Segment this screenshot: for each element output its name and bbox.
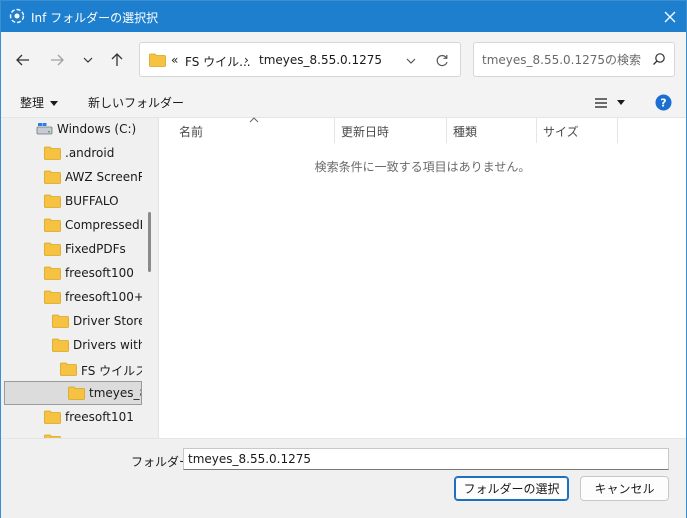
column-header-label: サイズ <box>543 125 579 139</box>
file-list[interactable]: 名前 更新日時 種類 サイズ 検索条件に一致する項目はありません。 <box>159 117 686 438</box>
address-bar[interactable]: « FS ウイル... › tmeyes_8.55.0.1275 <box>139 42 461 77</box>
tree-item-label: AWZ ScreenRe <box>65 170 142 184</box>
app-icon <box>9 8 25 24</box>
caret-down-icon <box>617 100 625 105</box>
tree-item[interactable]: FS ウイルス対 <box>1 358 142 381</box>
folder-icon <box>44 170 61 184</box>
tree-item[interactable]: freesoft101 <box>1 406 142 429</box>
navigation-bar: « FS ウイル... › tmeyes_8.55.0.1275 <box>1 32 686 86</box>
refresh-button[interactable] <box>432 51 452 71</box>
new-folder-button[interactable]: 新しいフォルダー <box>88 94 184 111</box>
tree-item-windows-c[interactable]: Windows (C:) <box>1 118 142 141</box>
folder-icon <box>44 218 61 232</box>
dialog-footer: フォルダー: フォルダーの選択 キャンセル <box>1 438 686 518</box>
breadcrumb-item[interactable]: FS ウイル... <box>185 53 251 70</box>
select-folder-button[interactable]: フォルダーの選択 <box>454 476 569 501</box>
tree-item[interactable]: FixedPDFs <box>1 238 142 261</box>
tree-item[interactable]: .android <box>1 142 142 165</box>
refresh-icon <box>436 54 448 67</box>
help-button[interactable]: ? <box>655 94 672 114</box>
chevron-down-icon <box>406 58 416 64</box>
folder-icon <box>44 266 61 280</box>
tree-item-label: Drivers witho <box>73 338 142 352</box>
forward-button[interactable] <box>43 46 71 74</box>
window-title: Inf フォルダーの選択択 <box>31 11 159 25</box>
tree-item-partial[interactable] <box>1 430 142 438</box>
tree-item-label: Windows (C:) <box>57 122 137 136</box>
folder-icon <box>44 194 61 208</box>
tree-item-label: FS ウイルス対 <box>81 364 142 378</box>
breadcrumb-overflow[interactable]: « <box>171 53 178 67</box>
caret-down-icon <box>50 101 59 106</box>
breadcrumb-item[interactable]: tmeyes_8.55.0.1275 <box>259 53 382 67</box>
tree-item-label: freesoft100 <box>65 266 134 280</box>
column-header-size[interactable]: サイズ <box>537 118 617 144</box>
tree-item-label: .android <box>65 146 115 160</box>
column-header-label: 名前 <box>179 125 204 139</box>
folder-icon <box>44 146 61 160</box>
search-input[interactable] <box>482 51 642 69</box>
search-icon[interactable] <box>652 52 666 69</box>
folder-icon <box>44 290 61 304</box>
folder-icon <box>68 386 85 400</box>
tree-item-selected[interactable]: tmeyes_8. <box>4 381 142 405</box>
folder-icon <box>60 362 77 376</box>
sort-ascending-icon <box>249 117 259 123</box>
svg-text:?: ? <box>660 97 666 110</box>
list-view-icon <box>595 97 607 108</box>
navigation-tree[interactable]: Windows (C:) .android AWZ ScreenRe BUFFA… <box>1 118 159 438</box>
tree-item-label: freesoft101 <box>65 410 134 424</box>
tree-item-label: tmeyes_8. <box>89 386 141 400</box>
folder-icon <box>52 314 69 328</box>
organize-menu[interactable]: 整理 <box>20 94 59 111</box>
organize-label: 整理 <box>20 96 45 110</box>
column-header-label: 更新日時 <box>341 125 390 139</box>
column-header-label: 種類 <box>453 125 478 139</box>
arrow-up-icon <box>111 53 123 66</box>
folder-picker-dialog: Inf フォルダーの選択択 « FS ウイル... › tmeyes_8.55.… <box>0 0 687 518</box>
address-dropdown-button[interactable] <box>402 52 420 70</box>
folder-icon <box>52 338 69 352</box>
tree-item[interactable]: BUFFALO <box>1 190 142 213</box>
arrow-right-icon <box>51 54 64 66</box>
tree-item-label: FixedPDFs <box>65 242 126 256</box>
chevron-down-icon <box>83 57 93 63</box>
tree-item-label: BUFFALO <box>65 194 119 208</box>
breadcrumb-separator: › <box>244 53 249 67</box>
folder-icon <box>44 410 61 424</box>
folder-icon <box>149 53 166 70</box>
view-options-button[interactable] <box>594 95 625 109</box>
column-header-type[interactable]: 種類 <box>447 118 536 144</box>
help-icon: ? <box>655 94 672 111</box>
close-button[interactable] <box>654 1 686 32</box>
search-box[interactable] <box>473 42 675 77</box>
column-header-name[interactable]: 名前 <box>159 117 334 144</box>
tree-item[interactable]: Drivers witho <box>1 334 142 357</box>
cancel-button[interactable]: キャンセル <box>580 476 669 501</box>
empty-message: 検索条件に一致する項目はありません。 <box>314 160 531 174</box>
drive-icon <box>36 122 53 136</box>
folder-icon <box>44 242 61 256</box>
title-bar: Inf フォルダーの選択択 <box>1 1 686 32</box>
back-button[interactable] <box>9 46 37 74</box>
tree-item-label: CompressedPD <box>65 218 142 232</box>
arrow-left-icon <box>16 54 29 66</box>
tree-item-label: Driver Store E <box>73 314 142 328</box>
command-toolbar: 整理 新しいフォルダー ? <box>1 86 686 118</box>
close-icon <box>664 11 676 22</box>
tree-item-label: freesoft100+ <box>65 290 142 304</box>
column-header-modified[interactable]: 更新日時 <box>335 118 446 144</box>
tree-item[interactable]: freesoft100 <box>1 262 142 285</box>
tree-scrollbar-thumb[interactable] <box>148 212 151 272</box>
up-button[interactable] <box>103 46 131 74</box>
tree-item[interactable]: Driver Store E <box>1 310 142 333</box>
tree-item[interactable]: CompressedPD <box>1 214 142 237</box>
tree-item[interactable]: AWZ ScreenRe <box>1 166 142 189</box>
column-separator[interactable] <box>617 118 618 143</box>
folder-name-input[interactable] <box>183 448 669 470</box>
recent-locations-button[interactable] <box>74 46 102 74</box>
tree-item[interactable]: freesoft100+ <box>1 286 142 309</box>
